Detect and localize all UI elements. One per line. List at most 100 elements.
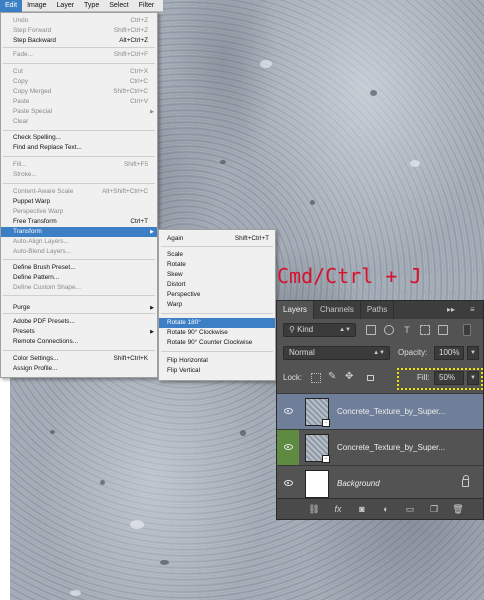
menu-type[interactable]: Type [79, 0, 104, 12]
edit-menu-item[interactable]: Stroke... [1, 170, 157, 180]
fx-icon[interactable]: fx [331, 503, 345, 515]
panel-menu-button[interactable]: ≡ [470, 301, 475, 319]
menu-image[interactable]: Image [22, 0, 51, 12]
menu-item-label: Again [167, 235, 184, 242]
menu-item-label: Skew [167, 271, 183, 278]
tab-channels[interactable]: Channels [314, 301, 361, 319]
edit-menu-item[interactable]: Check Spelling... [1, 133, 157, 143]
lock-all-icon[interactable] [367, 375, 374, 381]
folder-icon[interactable]: ▭ [403, 503, 417, 515]
transform-menu-item[interactable]: Skew [159, 270, 275, 280]
lock-transparency-icon[interactable] [311, 373, 321, 383]
menu-item-label: Flip Vertical [167, 367, 201, 374]
adjustment-icon[interactable]: ◐ [379, 503, 393, 515]
transform-menu-item[interactable]: Perspective [159, 290, 275, 300]
transform-menu-item[interactable]: Flip Horizontal [159, 356, 275, 366]
menu-item-label: Stroke... [13, 171, 37, 178]
menu-item-label: Copy Merged [13, 88, 52, 95]
filter-type-icon[interactable]: T [402, 325, 412, 335]
edit-menu-item[interactable]: Clear [1, 117, 157, 127]
menu-item-label: Undo [13, 17, 29, 24]
edit-menu-item[interactable]: Copy Ctrl+C [1, 77, 157, 87]
edit-menu-item[interactable]: Find and Replace Text... [1, 143, 157, 153]
submenu-arrow-icon: ▶ [150, 229, 154, 235]
edit-menu-item[interactable]: Step Forward Shift+Ctrl+Z [1, 26, 157, 36]
texture-speck [410, 160, 420, 167]
texture-speck [70, 590, 81, 596]
edit-menu-item[interactable]: Purge ▶ [1, 303, 157, 313]
edit-menu-item[interactable]: Perspective Warp [1, 207, 157, 217]
transform-menu-item[interactable]: Rotate 180° [159, 318, 275, 328]
menu-item-label: Puppet Warp [13, 198, 51, 205]
edit-menu-item[interactable]: Cut Ctrl+X [1, 67, 157, 77]
mask-icon[interactable]: ◙ [355, 503, 369, 515]
transform-menu-item[interactable]: Scale [159, 250, 275, 260]
menu-item-label: Rotate 90° Counter Clockwise [167, 339, 253, 346]
edit-menu-item[interactable]: Fill... Shift+F5 [1, 160, 157, 170]
menu-item-shortcut: Ctrl+X [130, 68, 148, 75]
edit-menu-item[interactable]: Define Brush Preset... [1, 263, 157, 273]
transform-menu-item[interactable]: Rotate 90° Clockwise [159, 328, 275, 338]
visibility-toggle[interactable] [277, 466, 299, 502]
edit-menu-item[interactable]: Presets ▶ [1, 327, 157, 337]
layer-row-concrete-copy[interactable]: ▫ Concrete_Texture_by_Super... [277, 393, 483, 429]
link-icon[interactable]: ⛓ [307, 503, 321, 515]
menu-filter[interactable]: Filter [134, 0, 160, 12]
menu-edit[interactable]: Edit [0, 0, 23, 12]
filter-smartobject-icon[interactable] [438, 325, 448, 335]
edit-menu-item[interactable]: Copy Merged Shift+Ctrl+C [1, 87, 157, 97]
new-layer-icon[interactable]: ❐ [427, 503, 441, 515]
menu-item-label: Clear [13, 118, 29, 125]
filter-shape-icon[interactable] [420, 325, 430, 335]
edit-menu-item[interactable]: Define Custom Shape... [1, 283, 157, 293]
edit-menu-item[interactable]: Step Backward Alt+Ctrl+Z [1, 36, 157, 46]
menu-item-label: Step Forward [13, 27, 52, 34]
transform-menu-item[interactable]: Again Shift+Ctrl+T [159, 234, 275, 244]
tab-paths[interactable]: Paths [361, 301, 395, 319]
edit-menu-item[interactable]: Puppet Warp [1, 197, 157, 207]
edit-menu-item[interactable]: Paste Ctrl+V [1, 97, 157, 107]
menu-item-label: Perspective [167, 291, 201, 298]
transform-menu-item[interactable]: Warp [159, 300, 275, 310]
visibility-toggle[interactable] [277, 430, 299, 466]
menu-item-label: Warp [167, 301, 183, 308]
filter-adjustment-icon[interactable] [384, 325, 394, 335]
filter-pixel-icon[interactable] [366, 325, 376, 335]
trash-icon[interactable]: 🗑 [451, 503, 465, 515]
edit-menu-item[interactable]: Adobe PDF Presets... [1, 317, 157, 327]
transform-menu-item[interactable]: Flip Vertical [159, 366, 275, 376]
edit-menu-item[interactable]: Free Transform Ctrl+T [1, 217, 157, 227]
edit-menu-item[interactable]: Assign Profile... [1, 364, 157, 374]
layer-name: Concrete_Texture_by_Super... [337, 407, 446, 416]
menu-select[interactable]: Select [104, 0, 133, 12]
transform-menu-item[interactable]: Rotate 90° Counter Clockwise [159, 338, 275, 348]
edit-menu-item[interactable]: Define Pattern... [1, 273, 157, 283]
filter-toggle-switch[interactable] [463, 324, 471, 336]
edit-menu-item[interactable]: Auto-Blend Layers... [1, 247, 157, 257]
lock-move-icon[interactable]: ✥ [345, 371, 353, 382]
lock-brush-icon[interactable]: ✎ [328, 371, 336, 382]
menu-item-label: Define Pattern... [13, 274, 60, 281]
edit-menu-item[interactable]: Content-Aware Scale Alt+Shift+Ctrl+C [1, 187, 157, 197]
transform-menu-item[interactable]: Distort [159, 280, 275, 290]
edit-menu-item[interactable]: Remote Connections... [1, 337, 157, 347]
edit-menu-item[interactable]: Auto-Align Layers... [1, 237, 157, 247]
opacity-dropdown-button[interactable]: ▼ [467, 346, 479, 360]
transform-menu-item[interactable]: Rotate [159, 260, 275, 270]
layer-row-concrete[interactable]: ▫ Concrete_Texture_by_Super... [277, 429, 483, 466]
edit-menu-item[interactable]: Paste Special ▶ [1, 107, 157, 117]
edit-menu-item[interactable]: Color Settings... Shift+Ctrl+K [1, 354, 157, 364]
layer-row-background[interactable]: Background [277, 465, 483, 501]
tab-layers[interactable]: Layers [277, 301, 315, 319]
edit-menu-item[interactable]: Undo Ctrl+Z [1, 16, 157, 26]
blend-mode-select[interactable]: Normal ▲▼ [283, 346, 390, 360]
menu-separator [3, 47, 155, 48]
opacity-field[interactable]: 100% [434, 346, 464, 360]
layer-thumbnail: ▫ [305, 434, 330, 463]
visibility-toggle[interactable] [277, 394, 299, 430]
edit-menu-item[interactable]: Fade... Shift+Ctrl+F [1, 50, 157, 60]
edit-menu-item[interactable]: Transform ▶ [1, 227, 157, 237]
filter-kind-select[interactable]: ⚲ Kind ▲▼ [283, 323, 356, 337]
collapse-panel-button[interactable]: ▸▸ [447, 301, 455, 319]
menu-layer[interactable]: Layer [52, 0, 80, 12]
